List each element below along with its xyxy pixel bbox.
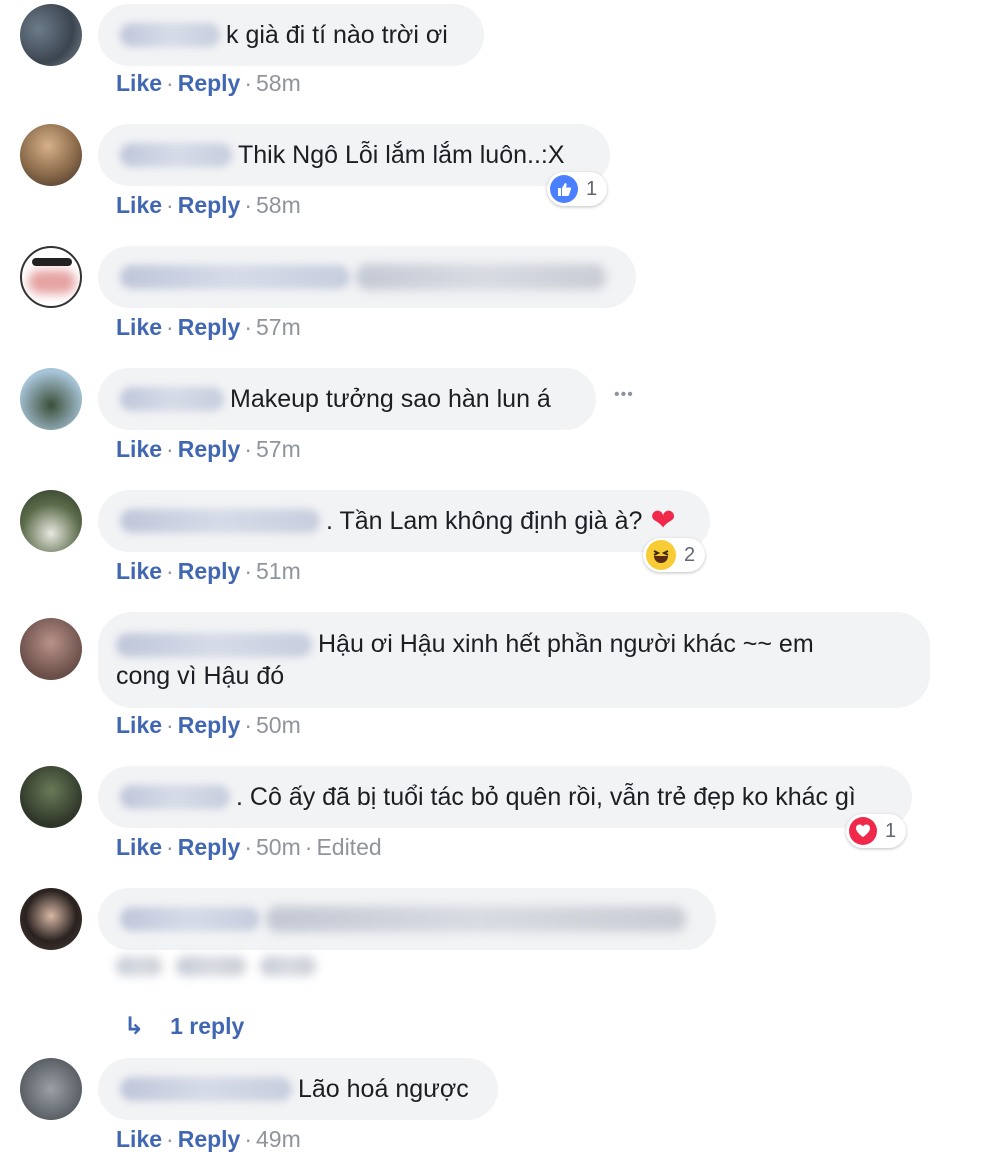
like-link[interactable]: Like: [116, 192, 162, 218]
comment-actions: Like · Reply · 50m · Edited: [116, 834, 382, 860]
edited-label[interactable]: Edited: [316, 834, 381, 860]
avatar[interactable]: [20, 618, 82, 680]
comment-actions-blurred: [116, 956, 316, 976]
avatar[interactable]: [20, 888, 82, 950]
avatar[interactable]: [20, 1058, 82, 1120]
like-link[interactable]: Like: [116, 314, 162, 340]
comment-actions: Like · Reply · 51m: [116, 558, 301, 584]
comment-text-line1: Hậu ơi Hậu xinh hết phần người khác ~~ e…: [318, 630, 814, 658]
comment-text-blurred: [356, 264, 606, 290]
avatar[interactable]: [20, 490, 82, 552]
reply-link[interactable]: Reply: [178, 70, 241, 96]
comment-bubble: Hậu ơi Hậu xinh hết phần người khác ~~ e…: [98, 612, 930, 708]
view-replies-link[interactable]: ↳ 1 reply: [124, 1012, 244, 1041]
like-link[interactable]: Like: [116, 558, 162, 584]
timestamp[interactable]: 57m: [256, 436, 301, 462]
commenter-name[interactable]: [120, 387, 224, 411]
timestamp[interactable]: 58m: [256, 70, 301, 96]
comment-bubble: . Tần Lam không định già à? ❤: [98, 490, 710, 552]
comment-actions: Like · Reply · 49m: [116, 1126, 301, 1152]
avatar[interactable]: [20, 766, 82, 828]
reaction-count[interactable]: 1: [547, 172, 608, 206]
reply-link[interactable]: Reply: [178, 192, 241, 218]
timestamp[interactable]: 50m: [256, 834, 301, 860]
reply-link[interactable]: Reply: [178, 712, 241, 738]
comment-text-line2: cong vì Hậu đó: [116, 662, 285, 690]
avatar[interactable]: [20, 4, 82, 66]
timestamp[interactable]: 58m: [256, 192, 301, 218]
comment-bubble: Lão hoá ngược: [98, 1058, 498, 1120]
commenter-name[interactable]: [120, 1077, 292, 1101]
commenter-name[interactable]: [120, 907, 260, 931]
reaction-number: 1: [586, 177, 598, 200]
reaction-number: 1: [885, 819, 897, 842]
reply-link[interactable]: Reply: [178, 558, 241, 584]
reaction-number: 2: [684, 543, 696, 566]
heart-emoji: ❤: [650, 504, 676, 537]
timestamp[interactable]: 51m: [256, 558, 301, 584]
more-options-icon[interactable]: •••: [614, 386, 634, 404]
reply-arrow-icon: ↳: [124, 1013, 145, 1040]
like-link[interactable]: Like: [116, 436, 162, 462]
like-link[interactable]: Like: [116, 1126, 162, 1152]
reply-count[interactable]: 1 reply: [170, 1013, 244, 1040]
comment-actions: Like · Reply · 50m: [116, 712, 301, 738]
reply-link[interactable]: Reply: [178, 834, 241, 860]
like-link[interactable]: Like: [116, 834, 162, 860]
comment-bubble: [98, 246, 636, 308]
haha-reaction-icon: [646, 540, 676, 570]
comment-text: Thik Ngô Lỗi lắm lắm luôn..:X: [238, 141, 565, 169]
timestamp[interactable]: 50m: [256, 712, 301, 738]
commenter-name[interactable]: [120, 265, 350, 289]
comment-bubble: [98, 888, 716, 950]
timestamp[interactable]: 57m: [256, 314, 301, 340]
avatar[interactable]: [20, 246, 82, 308]
comment-bubble: k già đi tí nào trời ơi: [98, 4, 484, 66]
commenter-name[interactable]: [116, 633, 312, 658]
reaction-count[interactable]: 2: [643, 538, 706, 572]
comment-text: Lão hoá ngược: [298, 1075, 469, 1103]
reply-link[interactable]: Reply: [178, 1126, 241, 1152]
commenter-name[interactable]: [120, 143, 232, 167]
comment-actions: Like · Reply · 58m: [116, 192, 301, 218]
commenter-name[interactable]: [120, 509, 320, 533]
timestamp[interactable]: 49m: [256, 1126, 301, 1152]
reply-link[interactable]: Reply: [178, 314, 241, 340]
comment-text: k già đi tí nào trời ơi: [226, 21, 448, 49]
commenter-name[interactable]: [120, 23, 220, 47]
comment-text: . Tần Lam không định già à?: [326, 507, 643, 535]
reaction-count[interactable]: 1: [846, 814, 907, 848]
like-reaction-icon: [550, 175, 578, 203]
avatar[interactable]: [20, 124, 82, 186]
like-link[interactable]: Like: [116, 712, 162, 738]
like-link[interactable]: Like: [116, 70, 162, 96]
comment-text-blurred: [266, 906, 686, 932]
comment-bubble: Thik Ngô Lỗi lắm lắm luôn..:X: [98, 124, 610, 186]
comment-text: Makeup tưởng sao hàn lun á: [230, 385, 551, 413]
comment-bubble: Makeup tưởng sao hàn lun á: [98, 368, 596, 430]
comment-bubble: . Cô ấy đã bị tuổi tác bỏ quên rồi, vẫn …: [98, 766, 912, 828]
comment-actions: Like · Reply · 57m: [116, 436, 301, 462]
reply-link[interactable]: Reply: [178, 436, 241, 462]
avatar[interactable]: [20, 368, 82, 430]
comment-actions: Like · Reply · 57m: [116, 314, 301, 340]
comment-text: . Cô ấy đã bị tuổi tác bỏ quên rồi, vẫn …: [236, 783, 856, 811]
comment-actions: Like · Reply · 58m: [116, 70, 301, 96]
commenter-name[interactable]: [120, 785, 230, 809]
love-reaction-icon: [849, 817, 877, 845]
